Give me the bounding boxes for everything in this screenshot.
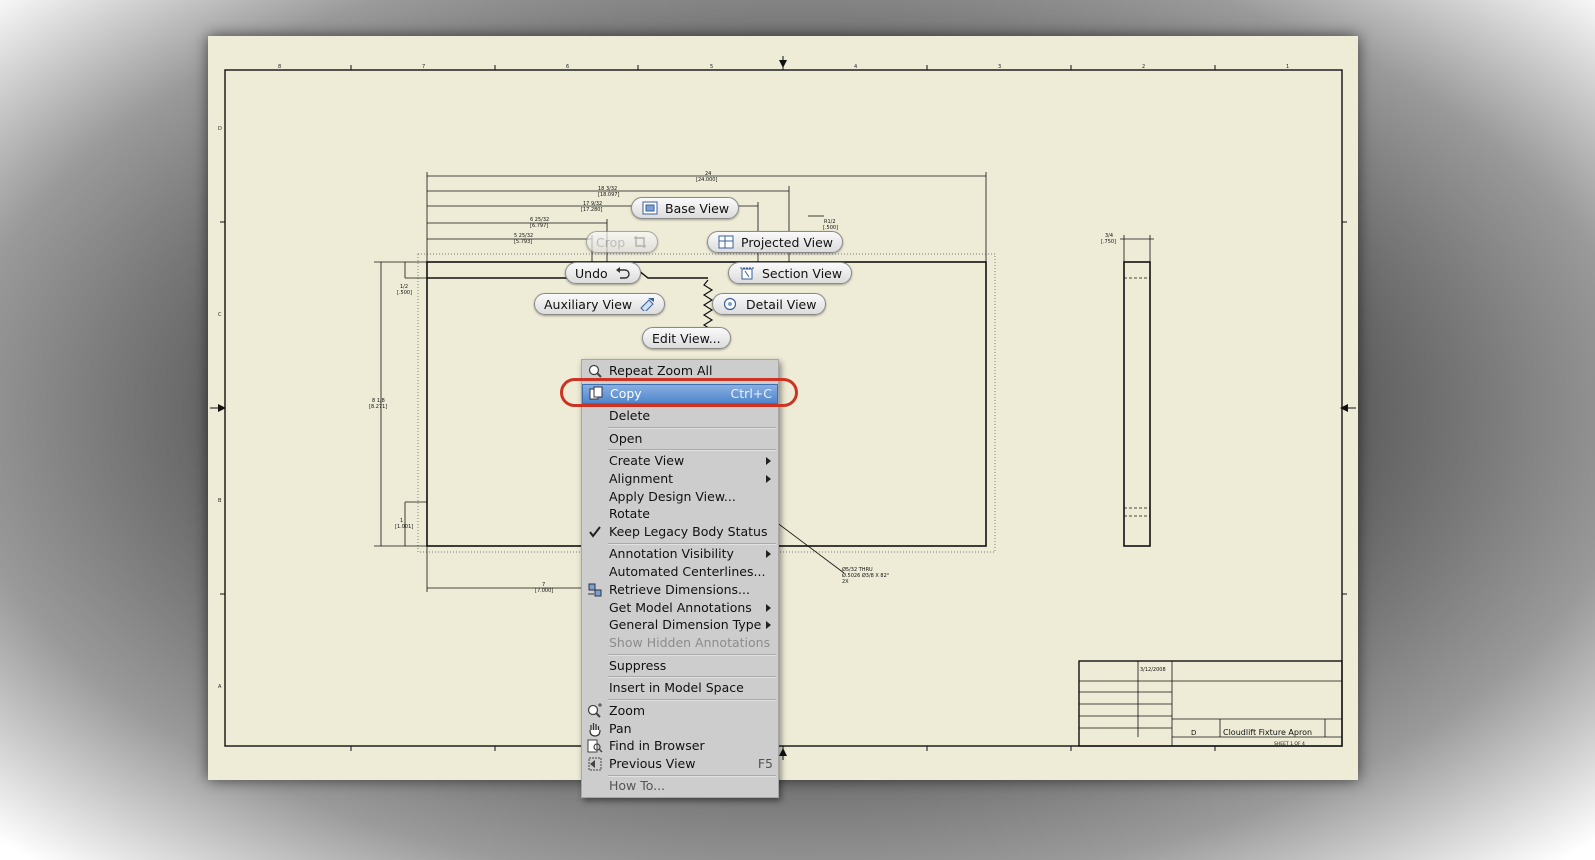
svg-text:[24.000]: [24.000] — [696, 177, 717, 183]
edit-view-label: Edit View... — [652, 330, 721, 346]
crop-button[interactable]: Crop — [586, 231, 659, 253]
projected-view-label: Projected View — [741, 234, 834, 250]
find-in-browser-icon — [587, 738, 603, 754]
highlight-callout-oval — [560, 378, 798, 407]
zone-label-5: 5 — [710, 64, 714, 70]
svg-text:Ø5/32 THRU: Ø5/32 THRU — [842, 566, 873, 573]
zone-label-8: 8 — [278, 64, 282, 70]
submenu-arrow-icon — [766, 621, 771, 629]
submenu-arrow-icon — [766, 550, 771, 558]
checkmark-icon — [587, 524, 603, 540]
edit-view-button[interactable]: Edit View... — [642, 327, 731, 349]
menu-item-create-view[interactable]: Create View — [582, 452, 778, 470]
detail-view-label: Detail View — [746, 296, 817, 312]
svg-text:[17.280]: [17.280] — [581, 207, 602, 213]
crop-icon — [631, 235, 648, 250]
zone-label-2: 2 — [1142, 64, 1146, 70]
menu-item-alignment[interactable]: Alignment — [582, 470, 778, 488]
drawing-sheet[interactable]: 24 [24.000] 18 3/32 [18.097] 17 9/32 [17… — [208, 36, 1358, 780]
menu-item-general-dimension-type[interactable]: General Dimension Type — [582, 616, 778, 634]
menu-item-insert-in-model-space[interactable]: Insert in Model Space — [582, 679, 778, 697]
svg-text:[5.793]: [5.793] — [514, 239, 532, 245]
svg-text:[.500]: [.500] — [397, 290, 412, 296]
pan-hand-icon — [587, 721, 603, 737]
menu-item-keep-legacy-body-status[interactable]: Keep Legacy Body Status — [582, 523, 778, 541]
zone-label-3: 3 — [998, 64, 1002, 70]
base-view-icon — [641, 201, 658, 216]
auxiliary-view-button[interactable]: Auxiliary View — [534, 293, 666, 315]
auxiliary-view-label: Auxiliary View — [544, 296, 633, 312]
detail-view-icon — [722, 297, 739, 312]
zone-label-d: D — [218, 126, 222, 132]
svg-text:[8.271]: [8.271] — [369, 404, 387, 410]
title-block-texts: 3/12/2008 D Cloudlift Fixture Apron SHEE… — [1140, 667, 1312, 747]
auxiliary-view-icon — [638, 297, 655, 312]
menu-item-show-hidden-annotations: Show Hidden Annotations — [609, 635, 771, 650]
retrieve-dimensions-icon — [587, 582, 603, 598]
detail-view-button[interactable]: Detail View — [712, 293, 827, 315]
menu-item-get-model-annotations[interactable]: Get Model Annotations — [582, 599, 778, 617]
zone-label-b: B — [218, 498, 222, 504]
svg-text:[1.001]: [1.001] — [395, 524, 413, 530]
projected-view-button[interactable]: Projected View — [707, 231, 844, 253]
section-view-label: Section View — [762, 265, 843, 281]
menu-separator — [608, 449, 776, 451]
svg-text:[7.000]: [7.000] — [535, 588, 553, 594]
previous-view-icon — [587, 756, 603, 772]
submenu-arrow-icon — [766, 604, 771, 612]
undo-button[interactable]: Undo — [565, 262, 641, 284]
crop-label: Crop — [596, 234, 626, 250]
svg-text:SHEET 1 OF 4: SHEET 1 OF 4 — [1274, 741, 1305, 747]
zoom-icon — [587, 703, 603, 719]
section-view-icon — [738, 266, 755, 281]
undo-icon — [614, 266, 631, 281]
sheet-border — [224, 69, 1343, 747]
menu-item-automated-centerlines[interactable]: Automated Centerlines... — [582, 563, 778, 581]
base-view-label: Base View — [665, 200, 730, 216]
menu-item-find-in-browser[interactable]: Find in Browser — [582, 737, 778, 755]
menu-separator — [608, 427, 776, 429]
previous-view-shortcut: F5 — [757, 756, 773, 771]
svg-text:[6.797]: [6.797] — [530, 223, 548, 229]
menu-separator — [608, 676, 776, 678]
menu-item-pan[interactable]: Pan — [582, 720, 778, 738]
menu-item-rotate[interactable]: Rotate — [582, 505, 778, 523]
zone-label-7: 7 — [422, 64, 426, 70]
menu-item-how-to[interactable]: How To... — [582, 777, 778, 795]
menu-item-open[interactable]: Open — [582, 430, 778, 448]
base-view-button[interactable]: Base View — [631, 197, 740, 219]
zone-label-c: C — [218, 312, 222, 318]
zoom-all-icon — [587, 363, 603, 379]
menu-separator — [608, 699, 776, 701]
menu-item-suppress[interactable]: Suppress — [582, 657, 778, 675]
svg-text:3/12/2008: 3/12/2008 — [1140, 667, 1166, 673]
side-view-outline — [1123, 261, 1151, 547]
projected-view-icon — [717, 235, 734, 250]
context-menu: Repeat Zoom All Copy Ctrl+C Delete Open … — [581, 359, 779, 798]
menu-separator — [608, 654, 776, 656]
zone-label-1: 1 — [1286, 64, 1290, 70]
svg-text:Ø.5026 Ø3/8 X 82°: Ø.5026 Ø3/8 X 82° — [842, 572, 890, 579]
zone-label-6: 6 — [566, 64, 570, 70]
menu-item-retrieve-dimensions[interactable]: Retrieve Dimensions... — [582, 581, 778, 599]
svg-text:[18.097]: [18.097] — [598, 192, 619, 198]
undo-label: Undo — [575, 265, 608, 281]
drawing-canvas[interactable]: 24 [24.000] 18 3/32 [18.097] 17 9/32 [17… — [208, 36, 1358, 780]
menu-item-annotation-visibility[interactable]: Annotation Visibility — [582, 545, 778, 563]
svg-text:2X: 2X — [842, 579, 849, 585]
submenu-arrow-icon — [766, 457, 771, 465]
menu-item-previous-view[interactable]: Previous View F5 — [582, 755, 778, 773]
menu-item-apply-design-view[interactable]: Apply Design View... — [582, 488, 778, 506]
menu-item-delete[interactable]: Delete — [582, 407, 778, 425]
submenu-arrow-icon — [766, 475, 771, 483]
menu-item-zoom[interactable]: Zoom — [582, 702, 778, 720]
svg-text:Cloudlift Fixture Apron: Cloudlift Fixture Apron — [1223, 728, 1312, 737]
section-view-button[interactable]: Section View — [728, 262, 853, 284]
zone-label-4: 4 — [854, 64, 858, 70]
zone-label-a: A — [218, 684, 222, 690]
svg-text:D: D — [1191, 729, 1196, 737]
svg-text:[.750]: [.750] — [1101, 239, 1116, 245]
